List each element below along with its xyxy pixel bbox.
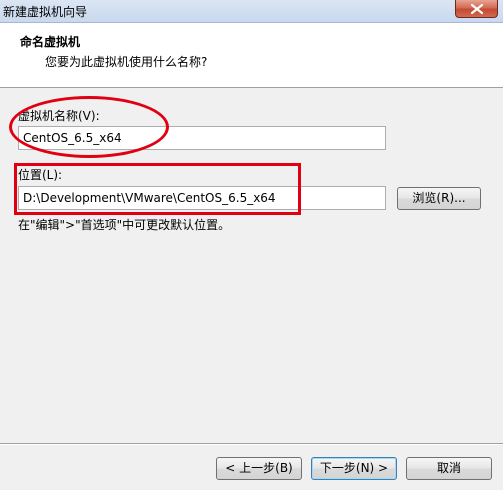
location-hint: 在"编辑">"首选项"中可更改默认位置。: [18, 218, 231, 232]
vm-name-input[interactable]: [18, 126, 386, 150]
browse-button[interactable]: 浏览(R)...: [397, 187, 481, 210]
back-button[interactable]: < 上一步(B): [216, 457, 302, 480]
page-title: 命名虚拟机: [20, 35, 81, 49]
title-bar[interactable]: 新建虚拟机向导: [0, 0, 503, 23]
window-title: 新建虚拟机向导: [3, 5, 88, 19]
next-button[interactable]: 下一步(N) >: [311, 457, 397, 480]
cancel-button[interactable]: 取消: [406, 457, 492, 480]
close-icon: [471, 4, 483, 14]
page-subtitle: 您要为此虚拟机使用什么名称?: [45, 55, 208, 69]
close-button[interactable]: [455, 0, 498, 18]
wizard-header: 命名虚拟机 您要为此虚拟机使用什么名称?: [0, 23, 503, 88]
wizard-window: 新建虚拟机向导 命名虚拟机 您要为此虚拟机使用什么名称? 虚拟机名称(V): 位…: [0, 0, 503, 490]
location-label: 位置(L):: [18, 168, 63, 182]
footer-divider: [0, 443, 503, 445]
location-input[interactable]: [18, 186, 386, 210]
vm-name-label: 虚拟机名称(V):: [18, 109, 100, 123]
